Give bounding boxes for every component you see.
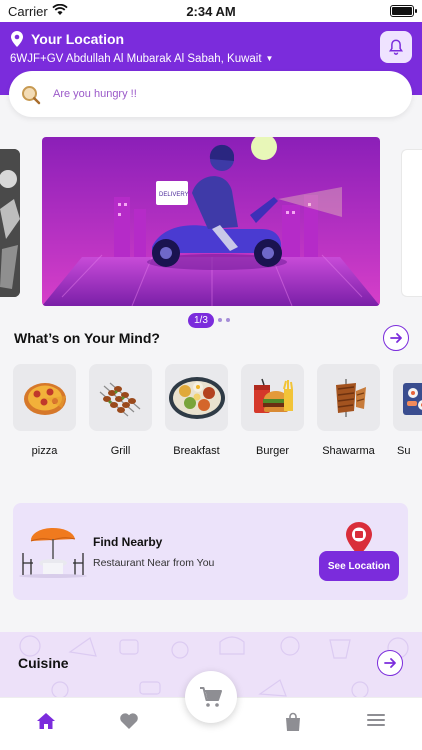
delivery-rider-illustration: DELIVERY — [42, 137, 380, 306]
heart-icon — [120, 713, 138, 729]
nav-menu[interactable] — [367, 712, 385, 733]
search-bar[interactable] — [9, 71, 412, 117]
nav-orders[interactable] — [284, 712, 302, 737]
cuisine-see-all-button[interactable] — [377, 650, 403, 676]
outdoor-table-illustration — [19, 527, 87, 578]
menu-icon — [367, 714, 385, 726]
location-pin-icon — [11, 31, 23, 47]
status-bar: Carrier 2:34 AM — [0, 0, 422, 22]
category-label: Burger — [255, 445, 290, 457]
category-tile — [393, 364, 422, 431]
search-input[interactable] — [53, 71, 393, 117]
carousel-slide-next[interactable] — [401, 149, 422, 297]
category-label: pizza — [31, 445, 58, 457]
find-nearby-title: Find Nearby — [93, 535, 163, 549]
bell-icon — [388, 39, 404, 55]
search-icon — [22, 86, 41, 105]
category-item-burger[interactable]: Burger — [241, 364, 304, 457]
nav-home[interactable] — [36, 712, 56, 735]
category-item-sushi[interactable]: Su — [393, 364, 422, 457]
breakfast-icon — [168, 376, 225, 419]
category-tile — [165, 364, 228, 431]
location-address: 6WJF+GV Abdullah Al Mubarak Al Sabah, Ku… — [10, 53, 262, 65]
category-tile — [241, 364, 304, 431]
carousel-indicator: 1/3 — [188, 312, 230, 328]
category-tile — [13, 364, 76, 431]
category-item-shawarma[interactable]: Shawarma — [317, 364, 380, 457]
grill-icon — [99, 382, 140, 416]
mind-see-all-button[interactable] — [383, 325, 409, 351]
location-address-selector[interactable]: 6WJF+GV Abdullah Al Mubarak Al Sabah, Ku… — [10, 53, 273, 65]
delivery-box-label: DELIVERY — [159, 192, 189, 198]
status-time: 2:34 AM — [186, 4, 236, 19]
promo-carousel[interactable]: DELIVERY 1/3 — [0, 132, 422, 332]
burger-icon — [253, 378, 293, 413]
cart-icon — [200, 687, 222, 707]
category-label: Shawarma — [322, 445, 375, 457]
caret-down-icon: ▼ — [265, 54, 274, 64]
mind-section-title: What’s on Your Mind? — [14, 330, 160, 346]
category-tile — [89, 364, 152, 431]
category-list: pizza Grill Breakfast Burger Shawarma Su — [13, 364, 422, 464]
location-title: Your Location — [31, 31, 125, 47]
category-label: Breakfast — [173, 445, 220, 457]
cuisine-title: Cuisine — [18, 655, 69, 671]
category-label: Su — [397, 445, 411, 457]
notifications-button[interactable] — [380, 31, 412, 63]
find-nearby-card: Find Nearby Restaurant Near from You See… — [13, 503, 408, 600]
arrow-right-icon — [384, 658, 396, 668]
shawarma-icon — [335, 378, 366, 417]
category-item-pizza[interactable]: pizza — [13, 364, 76, 457]
see-location-button[interactable]: See Location — [319, 551, 399, 581]
carousel-page-counter: 1/3 — [188, 312, 214, 328]
carousel-dot[interactable] — [217, 318, 222, 322]
pizza-icon — [23, 382, 66, 415]
sushi-icon — [403, 382, 422, 415]
previous-slide-image — [0, 149, 20, 297]
nav-favorites[interactable] — [119, 712, 139, 735]
category-tile — [317, 364, 380, 431]
cart-button[interactable] — [185, 671, 237, 723]
carousel-slide-previous[interactable] — [0, 149, 20, 297]
category-item-grill[interactable]: Grill — [89, 364, 152, 457]
carousel-slide-delivery[interactable]: DELIVERY — [42, 137, 380, 306]
carousel-dot[interactable] — [225, 318, 230, 322]
category-label: Grill — [110, 445, 131, 457]
home-icon — [37, 713, 55, 729]
bag-icon — [286, 712, 300, 731]
arrow-right-icon — [390, 333, 402, 343]
category-item-breakfast[interactable]: Breakfast — [165, 364, 228, 457]
battery-icon — [390, 5, 417, 17]
find-nearby-subtitle: Restaurant Near from You — [93, 557, 215, 569]
